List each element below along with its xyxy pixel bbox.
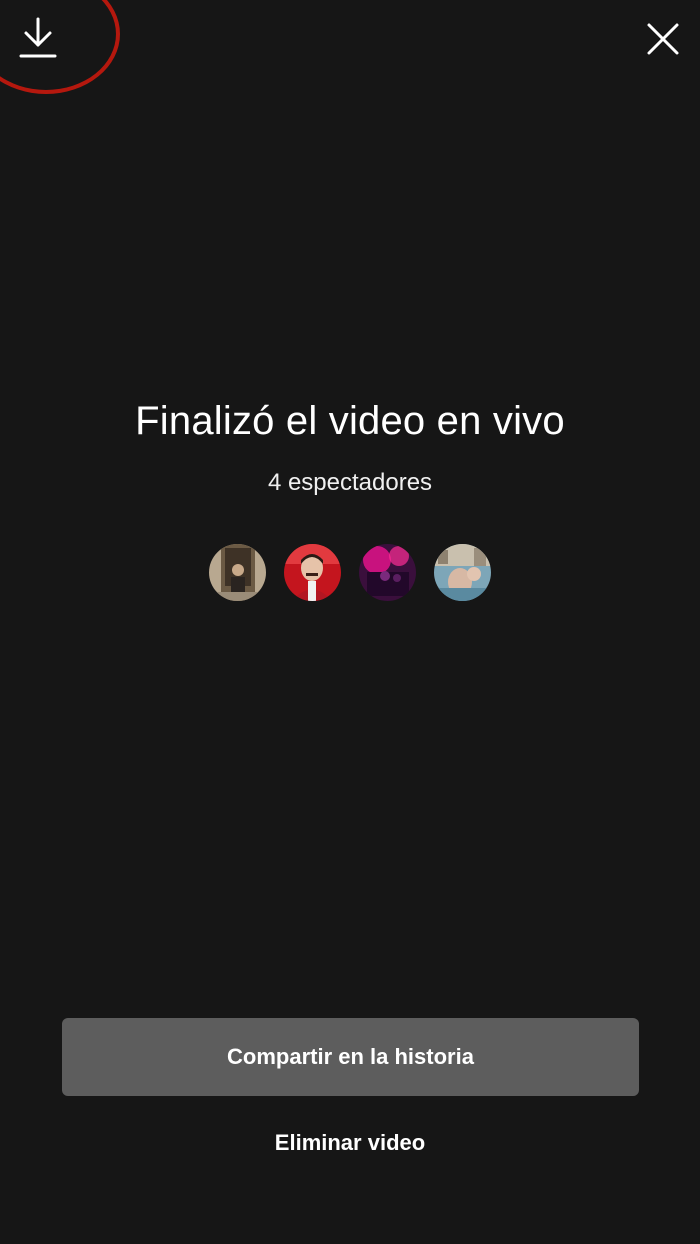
viewer-avatar-3[interactable] [359,544,416,601]
viewer-avatar-1[interactable] [209,544,266,601]
viewer-avatar-list [0,544,700,601]
share-to-story-button[interactable]: Compartir en la historia [62,1018,639,1096]
top-bar [0,0,700,110]
close-icon [647,23,679,55]
delete-video-button[interactable]: Eliminar video [0,1124,700,1162]
viewer-avatar-2[interactable] [284,544,341,601]
download-button[interactable] [12,12,64,64]
viewer-avatar-4[interactable] [434,544,491,601]
live-summary: Finalizó el video en vivo 4 espectadores [0,390,700,601]
page-title: Finalizó el video en vivo [135,399,565,443]
download-icon [19,17,57,58]
close-button[interactable] [636,12,690,66]
viewer-count: 4 espectadores [267,469,433,496]
